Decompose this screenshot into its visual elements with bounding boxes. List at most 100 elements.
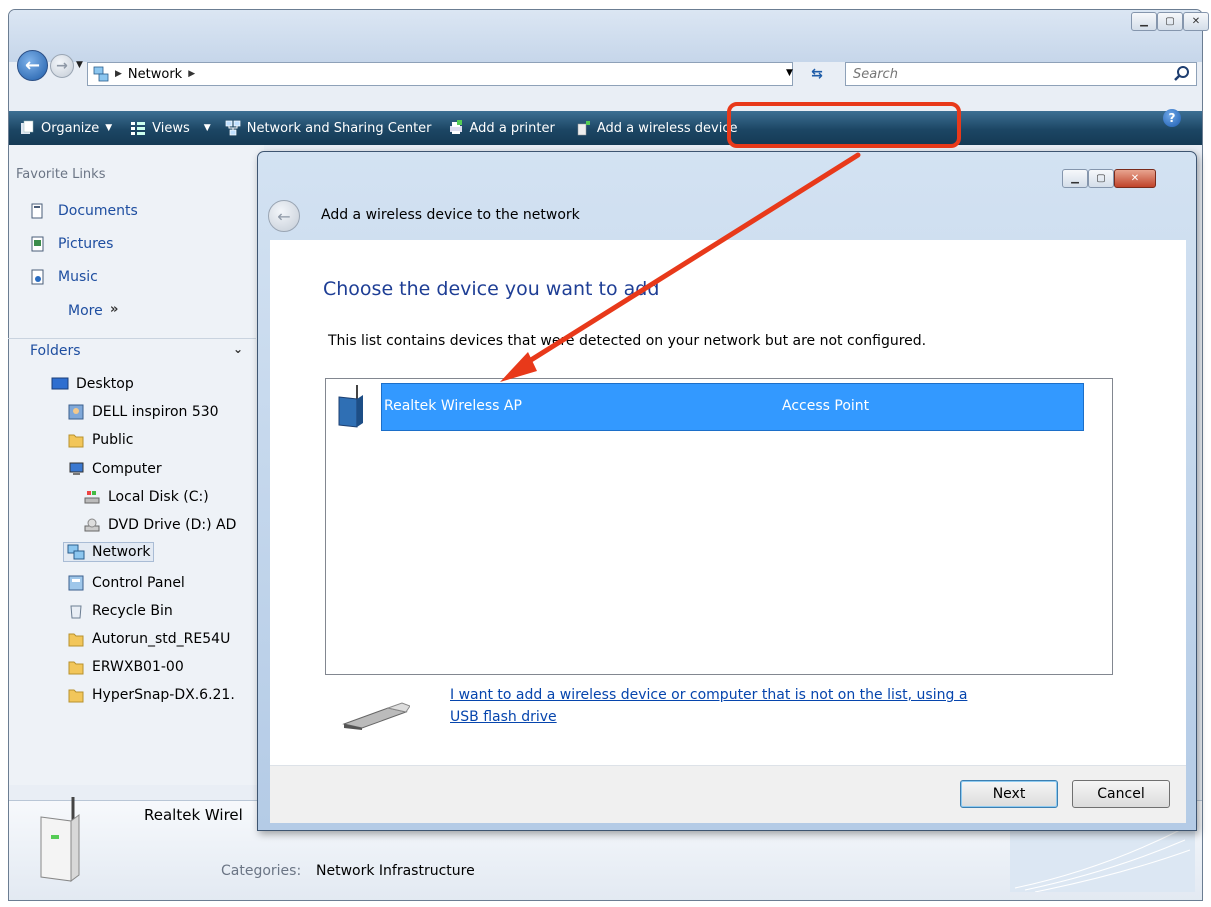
usb-link-line1: I want to add a wireless device or compu…: [450, 687, 968, 703]
back-arrow-icon: ←: [24, 55, 41, 76]
tree-item-control-panel[interactable]: Control Panel: [67, 575, 185, 591]
tree-item-desktop[interactable]: Desktop: [51, 376, 134, 392]
add-wireless-device-label: Add a wireless device: [596, 120, 738, 136]
add-wireless-device-button[interactable]: Add a wireless device: [575, 120, 738, 136]
folder-icon: [68, 434, 84, 448]
dialog-close-button[interactable]: ✕: [1114, 169, 1156, 188]
access-point-icon: [338, 385, 363, 428]
network-sharing-center-button[interactable]: Network and Sharing Center: [225, 120, 432, 136]
dialog-back-button[interactable]: ←: [268, 200, 300, 232]
dialog-title: Add a wireless device to the network: [321, 207, 580, 223]
details-item-name: Realtek Wirel: [144, 806, 243, 824]
dialog-minimize-button[interactable]: ▁: [1062, 169, 1088, 188]
favorite-link-music[interactable]: Music: [30, 269, 98, 285]
tree-item-computer[interactable]: Computer: [67, 461, 162, 477]
dialog-heading: Choose the device you want to add: [323, 278, 660, 300]
maximize-button[interactable]: ▢: [1157, 12, 1183, 31]
dialog-description: This list contains devices that were det…: [328, 333, 927, 349]
tree-item-label: Public: [92, 432, 134, 448]
network-icon: [67, 544, 85, 560]
network-icon: [225, 120, 241, 136]
folders-title: Folders: [30, 343, 81, 359]
user-folder-icon: [68, 404, 84, 420]
views-menu[interactable]: Views ▼: [130, 120, 211, 136]
favorite-link-documents[interactable]: Documents: [30, 203, 138, 219]
breadcrumb-separator-icon[interactable]: ▶: [188, 69, 195, 79]
tree-item-label: Computer: [92, 461, 162, 477]
documents-icon: [31, 203, 43, 219]
dvd-drive-icon: [84, 518, 100, 532]
tree-item-label: Autorun_std_RE54U: [92, 631, 231, 647]
tree-item-folder[interactable]: HyperSnap-DX.6.21.: [67, 687, 235, 703]
usb-link-line2: USB flash drive: [450, 709, 557, 725]
folder-icon: [68, 633, 84, 647]
chevron-down-icon: ▼: [203, 123, 211, 133]
forward-button[interactable]: →: [50, 54, 74, 78]
cancel-button[interactable]: Cancel: [1072, 780, 1170, 808]
organize-menu[interactable]: Organize ▼: [19, 120, 112, 136]
tree-item-dvd-drive[interactable]: DVD Drive (D:) AD: [83, 517, 236, 533]
favorite-link-label: Documents: [58, 203, 138, 219]
music-icon: [31, 269, 44, 285]
breadcrumb-separator-icon: ▶: [115, 69, 122, 79]
network-icon: [93, 66, 109, 82]
chevron-down-icon[interactable]: ⌄: [233, 342, 243, 356]
refresh-icon: ⇆: [811, 66, 823, 82]
tree-item-folder[interactable]: ERWXB01-00: [67, 659, 184, 675]
tree-item-recycle-bin[interactable]: Recycle Bin: [67, 603, 173, 619]
next-button[interactable]: Next: [960, 780, 1058, 808]
close-button[interactable]: ✕: [1183, 12, 1209, 31]
device-name: Realtek Wireless AP: [384, 398, 522, 414]
favorite-links-title: Favorite Links: [16, 167, 106, 182]
tree-item-folder[interactable]: Autorun_std_RE54U: [67, 631, 230, 647]
tree-item-public[interactable]: Public: [67, 432, 133, 448]
tree-item-label: DELL inspiron 530: [92, 404, 219, 420]
wireless-device-icon: [577, 121, 590, 136]
address-bar[interactable]: ▶ Network ▶: [87, 62, 793, 86]
hard-disk-icon: [84, 491, 100, 504]
views-icon: [131, 122, 146, 135]
tree-item-label: HyperSnap-DX.6.21.: [92, 687, 235, 703]
tree-item-label: Control Panel: [92, 575, 185, 591]
tree-item-network[interactable]: Network: [63, 542, 155, 562]
back-button[interactable]: ←: [17, 50, 48, 81]
tree-item-local-disk[interactable]: Local Disk (C:): [83, 489, 209, 505]
tree-item-user[interactable]: DELL inspiron 530: [67, 404, 219, 420]
organize-icon: [21, 120, 34, 134]
tree-item-label: Local Disk (C:): [108, 489, 209, 505]
network-sharing-center-label: Network and Sharing Center: [246, 120, 432, 136]
address-dropdown[interactable]: ▼: [786, 68, 793, 78]
forward-arrow-icon: →: [56, 58, 68, 74]
command-bar: Organize ▼ Views ▼ Network and Sharing C…: [9, 111, 1202, 145]
tree-item-label: Network: [92, 544, 151, 560]
tree-item-label: Desktop: [76, 376, 134, 392]
search-input[interactable]: [851, 65, 1151, 83]
add-printer-label: Add a printer: [469, 120, 555, 136]
folder-icon: [68, 689, 84, 703]
back-arrow-icon: ←: [277, 206, 291, 226]
search-box[interactable]: [845, 62, 1197, 86]
double-chevron-icon: »: [110, 302, 119, 317]
usb-flash-drive-link[interactable]: I want to add a wireless device or compu…: [450, 684, 1050, 728]
search-icon[interactable]: [1172, 64, 1192, 84]
minimize-button[interactable]: ▁: [1131, 12, 1157, 31]
breadcrumb-network[interactable]: Network: [128, 67, 182, 82]
printer-icon: [449, 120, 462, 134]
explorer-title-bar: [9, 10, 1202, 62]
desktop-icon: [51, 377, 69, 390]
control-panel-icon: [68, 575, 84, 591]
favorite-link-pictures[interactable]: Pictures: [30, 236, 113, 252]
chevron-down-icon: ▼: [105, 123, 113, 133]
device-type: Access Point: [782, 398, 870, 414]
router-icon: [40, 797, 80, 882]
more-links-button[interactable]: More: [68, 303, 103, 319]
organize-label: Organize: [41, 120, 100, 136]
annotation-highlight-box: [727, 102, 961, 148]
refresh-button[interactable]: ⇆: [800, 62, 834, 86]
add-printer-button[interactable]: Add a printer: [448, 120, 555, 136]
recent-pages-dropdown[interactable]: ▼: [76, 60, 83, 70]
dialog-maximize-button[interactable]: ▢: [1088, 169, 1114, 188]
tree-item-label: DVD Drive (D:) AD: [108, 517, 237, 533]
folder-icon: [68, 661, 84, 675]
help-icon[interactable]: ?: [1163, 109, 1181, 127]
